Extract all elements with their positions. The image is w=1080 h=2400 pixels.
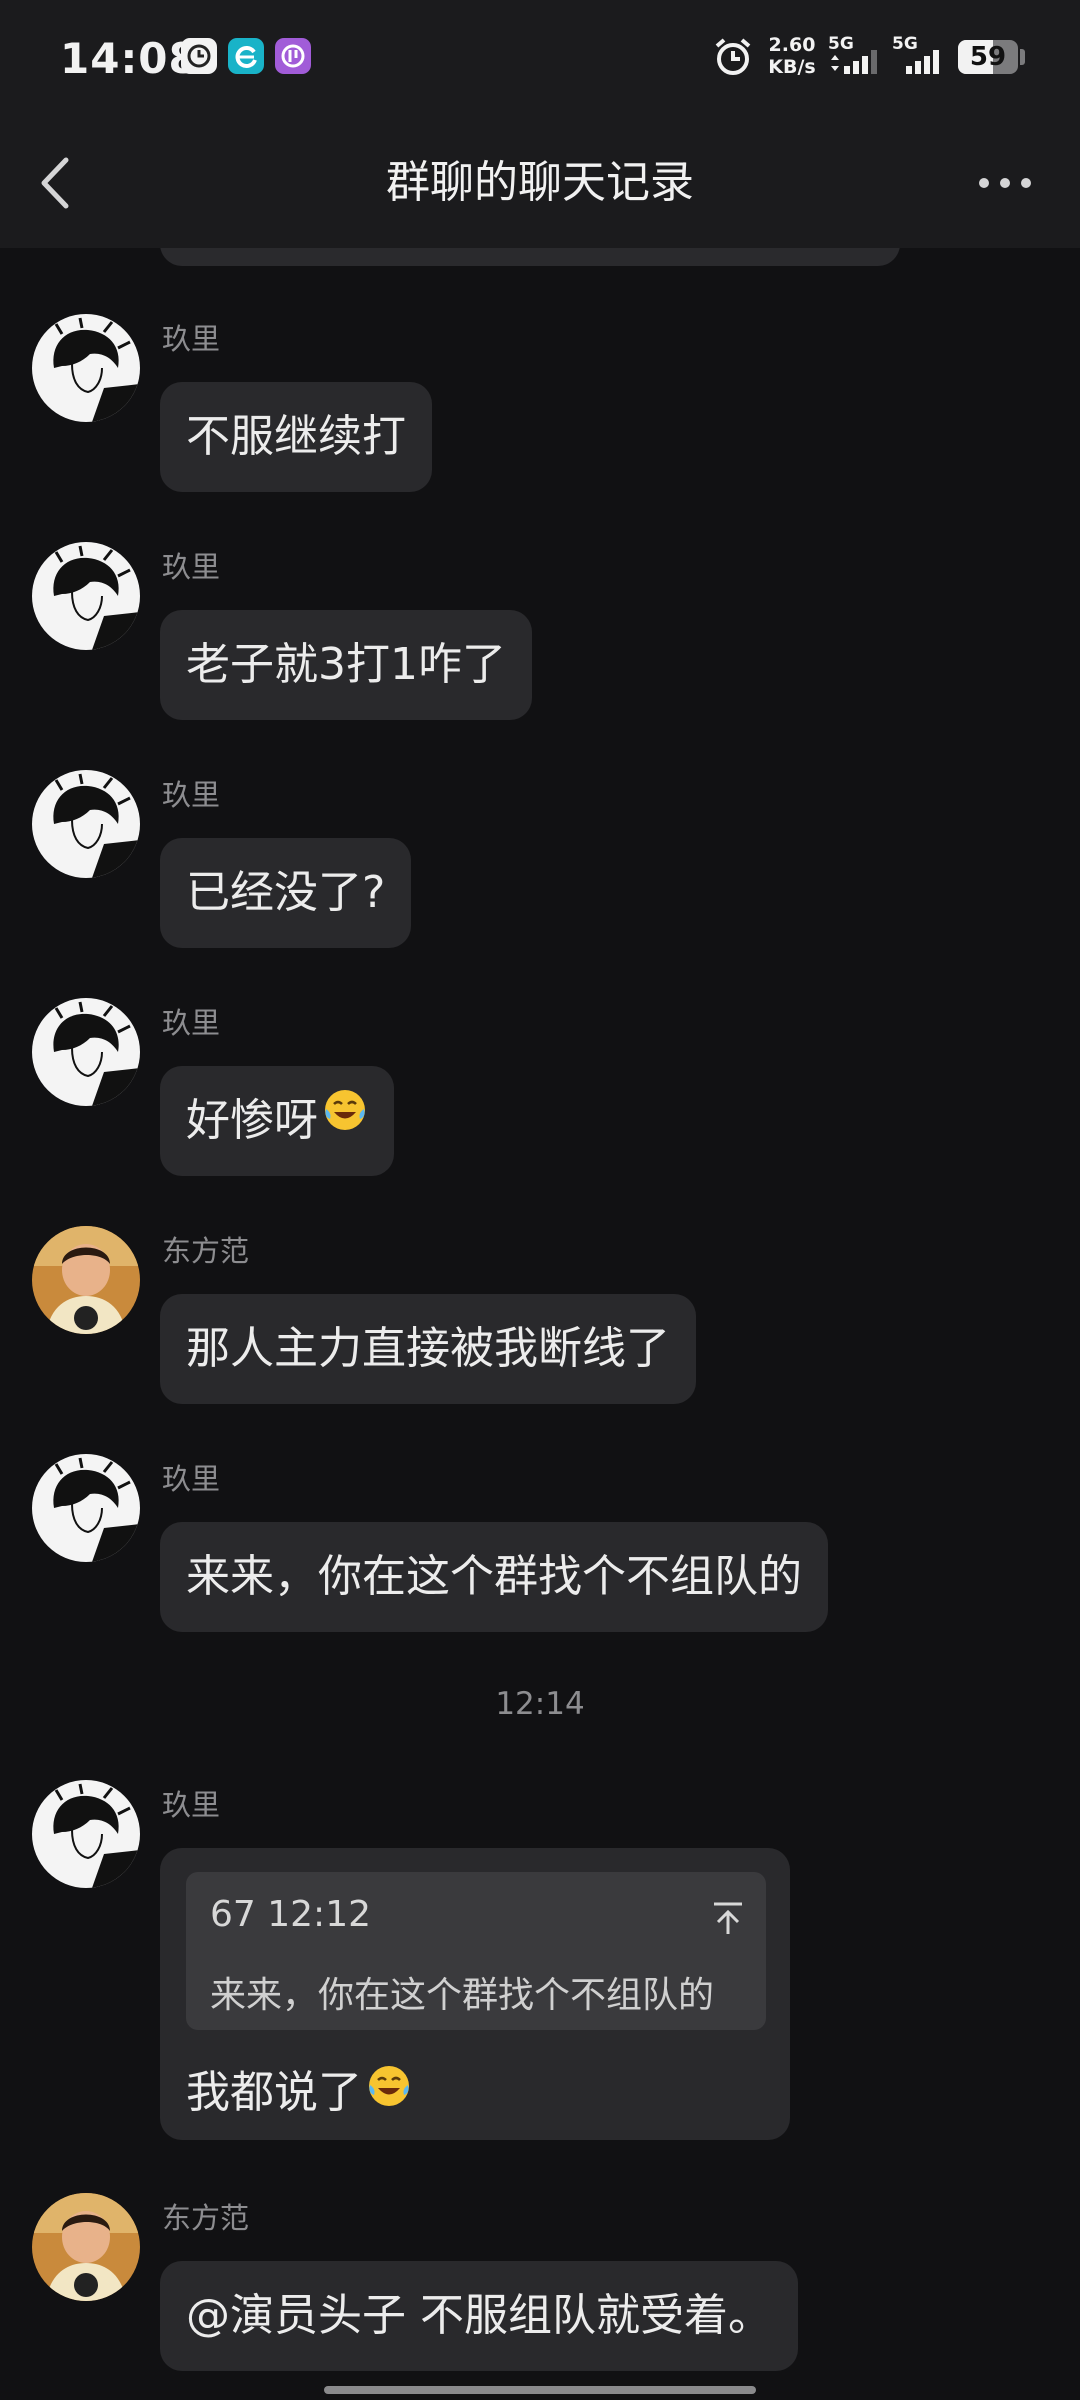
sender-name: 玖里 bbox=[162, 1788, 221, 1822]
message-text: 老子就3打1咋了 bbox=[186, 639, 506, 690]
sender-name: 玖里 bbox=[162, 550, 221, 584]
chat-history-list[interactable]: 玖里 不服继续打 玖里 老子就3打1咋了 玖里 已经没了? 玖里 好惨呀 东方范… bbox=[0, 248, 1080, 2400]
avatar[interactable] bbox=[32, 314, 140, 422]
message-bubble[interactable]: @演员头子 不服组队就受着。 bbox=[160, 2261, 798, 2371]
time-divider: 12:14 bbox=[495, 1686, 585, 1722]
quote-meta: 67 12:12 bbox=[210, 1894, 371, 1935]
sender-name: 玖里 bbox=[162, 1006, 221, 1040]
message-text: 来来，你在这个群找个不组队的 bbox=[186, 1551, 802, 1602]
battery-icon: 59 bbox=[958, 40, 1018, 74]
network-speed: 2.60 KB/s bbox=[768, 34, 816, 78]
more-options-button[interactable] bbox=[970, 153, 1040, 213]
avatar[interactable] bbox=[32, 1780, 140, 1888]
message-text: 不服继续打 bbox=[186, 411, 406, 462]
reply-text-row: 我都说了 bbox=[186, 2056, 412, 2124]
nav-header: 群聊的聊天记录 bbox=[0, 118, 1080, 248]
page-title: 群聊的聊天记录 bbox=[386, 157, 694, 208]
tears-of-joy-emoji-icon bbox=[366, 2063, 412, 2120]
avatar[interactable] bbox=[32, 998, 140, 1106]
avatar[interactable] bbox=[32, 2193, 140, 2301]
message-bubble[interactable]: 老子就3打1咋了 bbox=[160, 610, 532, 720]
message-bubble[interactable]: 不服继续打 bbox=[160, 382, 432, 492]
timer-app-icon bbox=[275, 38, 311, 74]
message-bubble[interactable]: 来来，你在这个群找个不组队的 bbox=[160, 1522, 828, 1632]
message-bubble bbox=[160, 248, 900, 266]
avatar[interactable] bbox=[32, 1454, 140, 1562]
jump-to-original-icon[interactable] bbox=[706, 1896, 750, 1940]
quoted-message[interactable]: 67 12:12 来来，你在这个群找个不组队的 bbox=[186, 1872, 766, 2030]
message-bubble[interactable]: 好惨呀 bbox=[160, 1066, 394, 1176]
message-text: 已经没了? bbox=[186, 867, 386, 918]
clock-app-icon bbox=[181, 38, 217, 74]
message-text: 我都说了 bbox=[186, 2067, 362, 2118]
signal-strength-icon: 5G bbox=[892, 34, 950, 82]
message-text: 好惨呀 bbox=[186, 1095, 318, 1146]
status-bar: 14:08 2.60 KB/s 5G 5G 59 bbox=[0, 0, 1080, 118]
avatar[interactable] bbox=[32, 1226, 140, 1334]
signal-strength-icon: 5G bbox=[828, 34, 882, 82]
sender-name: 玖里 bbox=[162, 778, 221, 812]
sender-name: 玖里 bbox=[162, 1462, 221, 1496]
sender-name: 东方范 bbox=[162, 1234, 250, 1268]
sender-name: 玖里 bbox=[162, 322, 221, 356]
tears-of-joy-emoji-icon bbox=[322, 1064, 368, 1174]
message-bubble[interactable]: 已经没了? bbox=[160, 838, 412, 948]
status-time: 14:08 bbox=[60, 34, 199, 83]
browser-app-icon bbox=[228, 38, 264, 74]
avatar[interactable] bbox=[32, 770, 140, 878]
message-bubble[interactable]: 那人主力直接被我断线了 bbox=[160, 1294, 696, 1404]
message-bubble[interactable]: 67 12:12 来来，你在这个群找个不组队的 我都说了 bbox=[160, 1848, 790, 2140]
avatar[interactable] bbox=[32, 542, 140, 650]
message-text: 那人主力直接被我断线了 bbox=[186, 1323, 670, 1374]
alarm-icon bbox=[712, 36, 754, 82]
home-indicator[interactable] bbox=[324, 2386, 756, 2394]
sender-name: 东方范 bbox=[162, 2201, 250, 2235]
message-text: @演员头子 不服组队就受着。 bbox=[186, 2290, 772, 2341]
quote-text: 来来，你在这个群找个不组队的 bbox=[210, 1975, 715, 2016]
more-dots-icon bbox=[979, 178, 1031, 188]
